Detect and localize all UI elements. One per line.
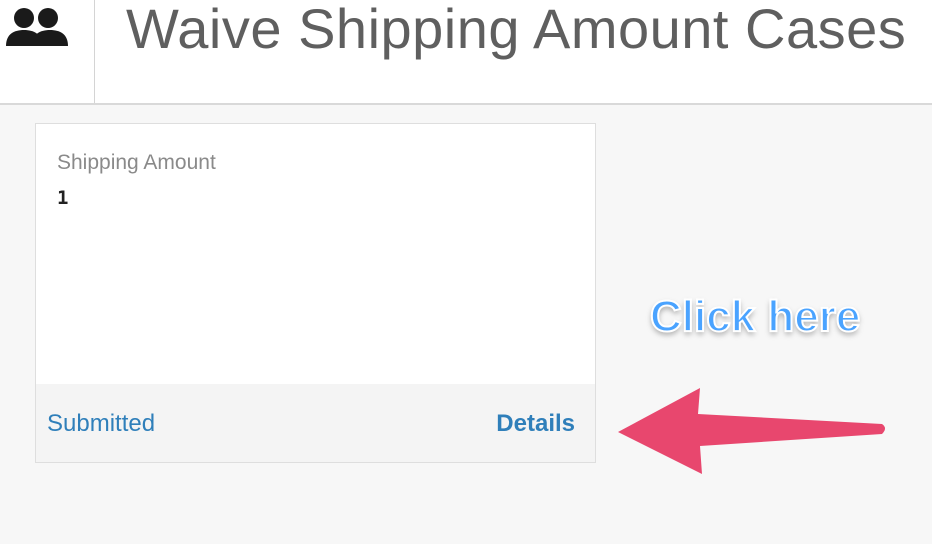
page-title: Waive Shipping Amount Cases — [126, 0, 907, 60]
card-footer: Submitted Details — [36, 384, 595, 462]
details-button[interactable]: Details — [496, 410, 575, 438]
people-icon — [6, 8, 68, 46]
shipping-amount-label: Shipping Amount — [57, 151, 216, 174]
shipping-amount-value: 1 — [57, 187, 69, 209]
arrow-left-icon — [618, 388, 885, 474]
page-header: Waive Shipping Amount Cases — [0, 0, 932, 105]
case-card: Shipping Amount 1 Submitted Details — [35, 123, 596, 463]
header-icon-container[interactable] — [0, 0, 95, 103]
card-body: Shipping Amount 1 — [36, 124, 595, 384]
status-link[interactable]: Submitted — [47, 410, 155, 438]
click-here-callout: Click here — [649, 291, 861, 342]
